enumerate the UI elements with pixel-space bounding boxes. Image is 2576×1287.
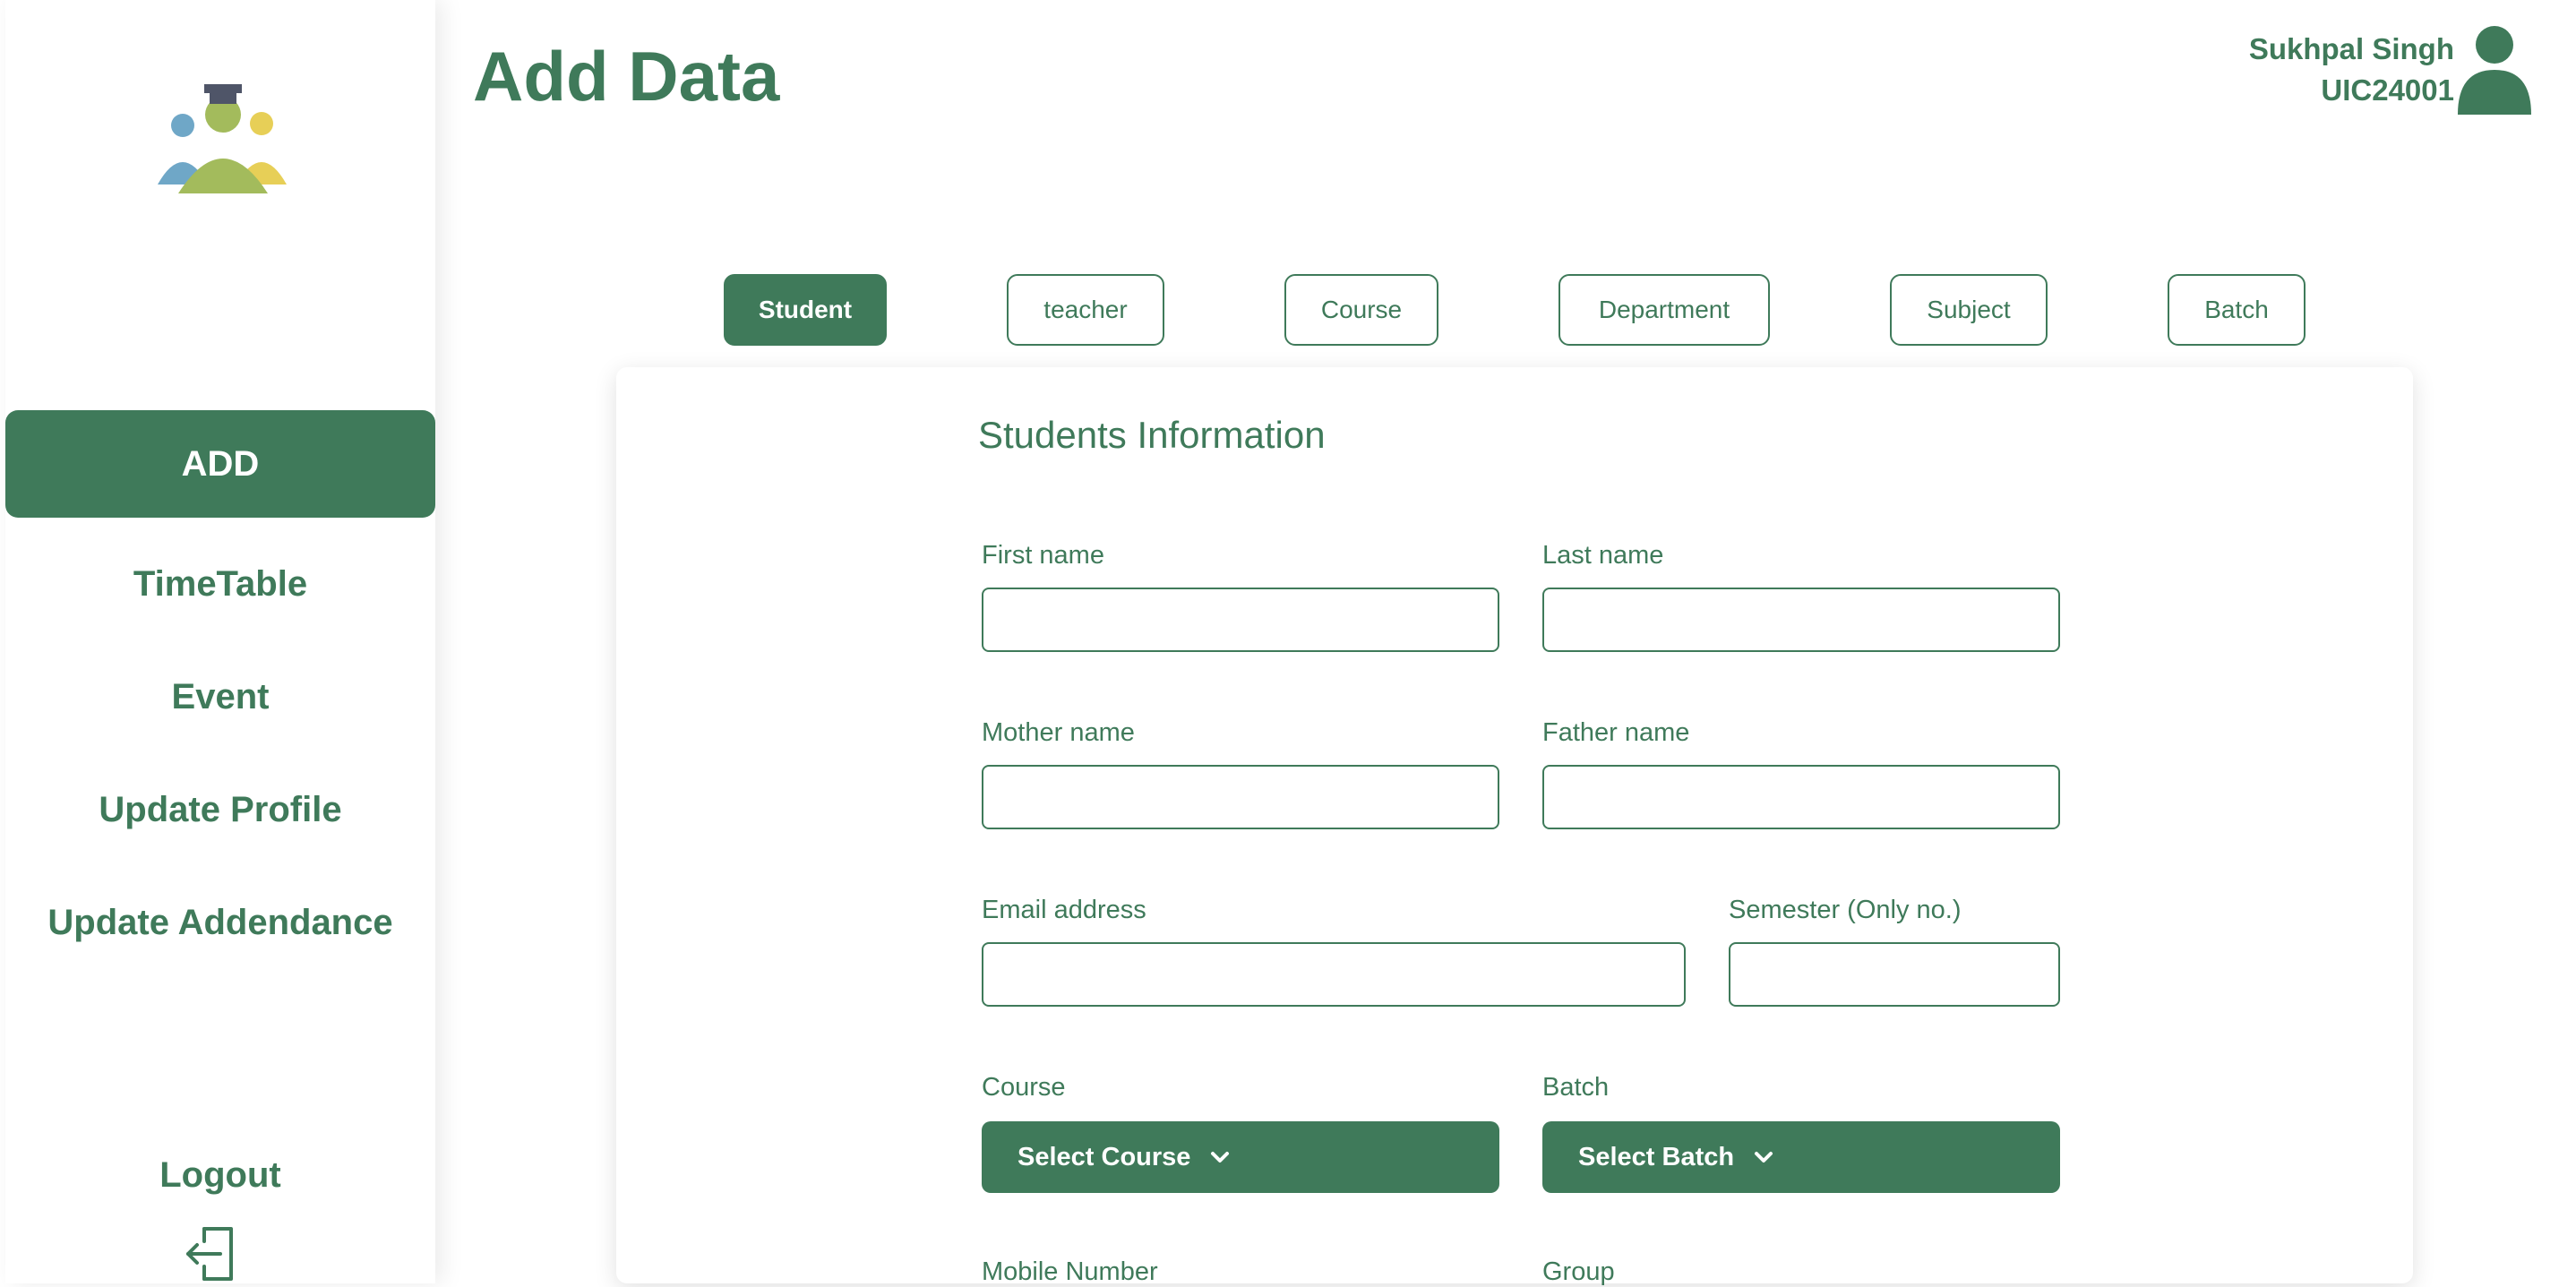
semester-label: Semester (Only no.) (1729, 896, 1962, 924)
students-logo-icon (158, 84, 287, 193)
form-title: Students Information (978, 414, 1326, 456)
student-form-card (616, 367, 2413, 1283)
last-name-label: Last name (1542, 541, 1664, 570)
logout-button[interactable]: Logout (5, 1155, 435, 1196)
sidebar-item-timetable[interactable]: TimeTable (5, 530, 435, 638)
email-field[interactable] (982, 942, 1686, 1007)
tab-subject[interactable]: Subject (1890, 274, 2048, 346)
user-id: UIC24001 (2321, 73, 2454, 107)
chevron-down-icon (1755, 1152, 1773, 1163)
course-label: Course (982, 1073, 1066, 1102)
tab-teacher[interactable]: teacher (1007, 274, 1164, 346)
tab-course[interactable]: Course (1284, 274, 1438, 346)
chevron-down-icon (1211, 1152, 1230, 1163)
mother-name-field[interactable] (982, 765, 1499, 829)
sidebar-item-update-attendance[interactable]: Update Addendance (5, 869, 435, 976)
mobile-number-label: Mobile Number (982, 1257, 1158, 1286)
father-name-field[interactable] (1542, 765, 2060, 829)
last-name-field[interactable] (1542, 588, 2060, 652)
tab-batch[interactable]: Batch (2168, 274, 2306, 346)
tab-student[interactable]: Student (724, 274, 887, 346)
batch-label: Batch (1542, 1073, 1610, 1102)
user-name: Sukhpal Singh (2248, 32, 2454, 65)
father-name-label: Father name (1542, 718, 1690, 747)
mother-name-label: Mother name (982, 718, 1135, 747)
email-label: Email address (982, 896, 1146, 924)
user-avatar-icon[interactable] (2458, 25, 2531, 115)
select-course-dropdown[interactable]: Select Course (982, 1121, 1499, 1193)
select-batch-dropdown[interactable]: Select Batch (1542, 1121, 2060, 1193)
select-batch-label: Select Batch (1578, 1142, 1735, 1171)
first-name-label: First name (982, 541, 1104, 570)
sidebar-item-add[interactable]: ADD (5, 410, 435, 518)
select-course-label: Select Course (1018, 1142, 1191, 1171)
first-name-field[interactable] (982, 588, 1499, 652)
group-label: Group (1542, 1257, 1615, 1286)
sidebar-item-event[interactable]: Event (5, 643, 435, 751)
sidebar: ADD TimeTable Event Update Profile Updat… (5, 0, 435, 1283)
logout-icon[interactable] (185, 1225, 238, 1283)
sidebar-item-update-profile[interactable]: Update Profile (5, 756, 435, 863)
page-title: Add Data (473, 37, 780, 116)
semester-field[interactable] (1729, 942, 2060, 1007)
tab-department[interactable]: Department (1558, 274, 1770, 346)
